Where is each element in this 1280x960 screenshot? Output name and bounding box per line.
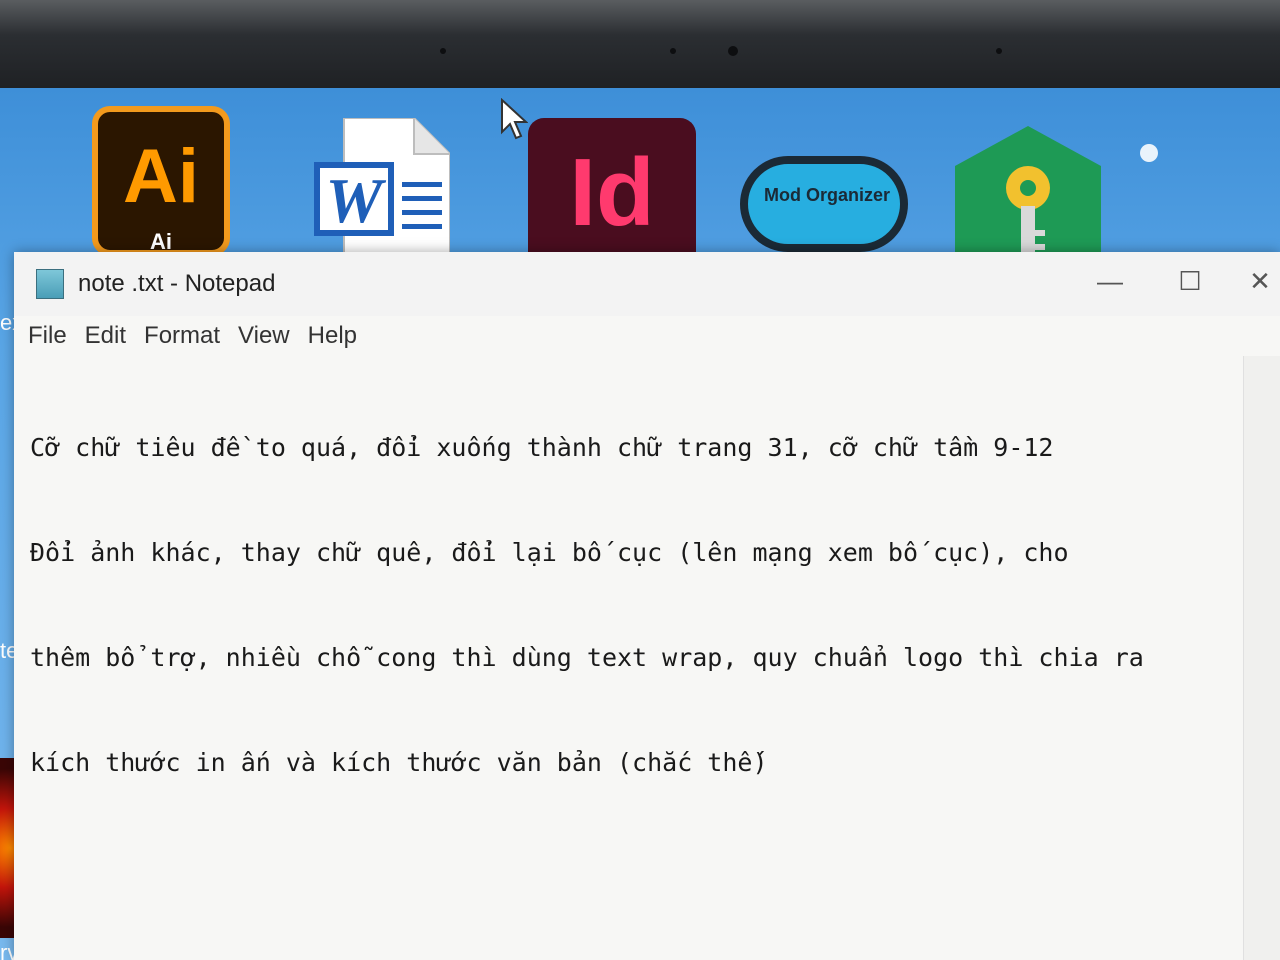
bezel-sensor xyxy=(440,48,446,54)
title-bar[interactable]: note .txt - Notepad — ☐ ✕ xyxy=(14,252,1280,316)
menu-bar: File Edit Format View Help xyxy=(14,316,1280,356)
mouse-cursor-icon xyxy=(501,98,528,140)
text-line: Đổi ảnh khác, thay chữ quê, đổi lại bố c… xyxy=(30,538,1069,567)
indesign-desktop-icon[interactable]: Id xyxy=(528,118,696,268)
menu-file[interactable]: File xyxy=(28,322,67,350)
notepad-icon xyxy=(36,269,64,299)
vertical-scrollbar[interactable] xyxy=(1243,356,1280,960)
text-line: Cỡ chữ tiêu đề to quá, đổi xuống thành c… xyxy=(30,433,1054,462)
notepad-window: note .txt - Notepad — ☐ ✕ File Edit Form… xyxy=(14,252,1280,960)
close-button[interactable]: ✕ xyxy=(1240,266,1280,297)
desktop-dot xyxy=(1140,144,1158,162)
key-manager-desktop-icon[interactable] xyxy=(955,126,1101,266)
menu-format[interactable]: Format xyxy=(144,322,220,350)
webcam xyxy=(728,46,738,56)
word-document-desktop-icon[interactable]: W xyxy=(314,117,451,259)
bezel-sensor xyxy=(996,48,1002,54)
text-line: kích thước in ấn và kích thước văn bản (… xyxy=(30,748,768,777)
indesign-icon-label: Id xyxy=(569,139,655,246)
illustrator-icon-label: Ai xyxy=(123,134,199,219)
text-editor[interactable]: Cỡ chữ tiêu đề to quá, đổi xuống thành c… xyxy=(30,360,1240,960)
mod-organizer-icon-label: Mod Organizer xyxy=(764,185,891,205)
menu-edit[interactable]: Edit xyxy=(85,322,126,350)
menu-view[interactable]: View xyxy=(238,322,290,350)
maximize-button[interactable]: ☐ xyxy=(1160,266,1220,297)
bezel-sensor xyxy=(670,48,676,54)
text-line: thêm bổ trợ, nhiều chỗ cong thì dùng tex… xyxy=(30,643,1144,672)
word-document-icon: W xyxy=(314,117,451,259)
mod-organizer-desktop-icon[interactable]: Mod Organizer xyxy=(740,156,908,252)
minimize-button[interactable]: — xyxy=(1080,266,1140,297)
laptop-bezel xyxy=(0,0,1280,100)
illustrator-desktop-icon[interactable]: Ai Ai xyxy=(92,106,230,256)
window-title: note .txt - Notepad xyxy=(78,270,276,297)
menu-help[interactable]: Help xyxy=(308,322,357,350)
word-icon-letter: W xyxy=(326,165,387,236)
key-icon xyxy=(955,126,1101,266)
